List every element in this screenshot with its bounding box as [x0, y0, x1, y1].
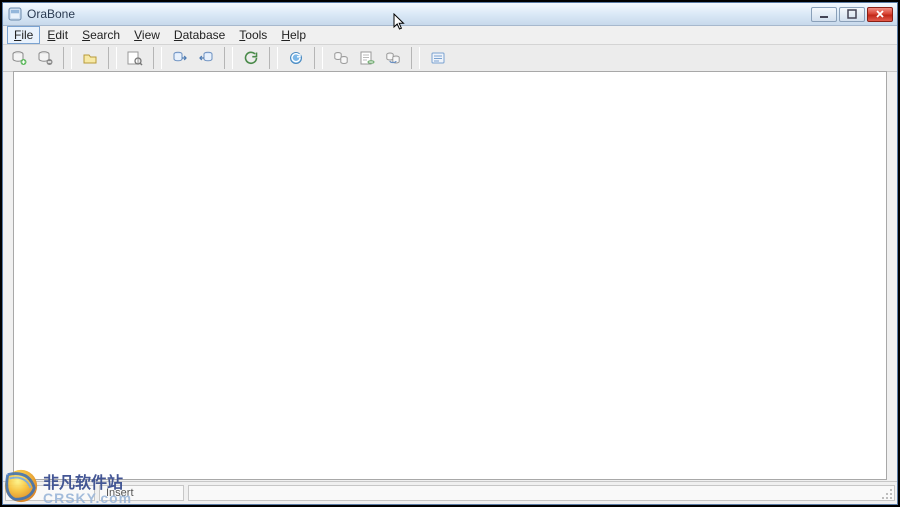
import-icon[interactable] [194, 46, 218, 70]
refresh-icon[interactable] [239, 46, 263, 70]
menu-tools[interactable]: Tools [232, 26, 274, 44]
maximize-button[interactable] [839, 7, 865, 22]
export-icon[interactable] [168, 46, 192, 70]
menu-view[interactable]: View [127, 26, 167, 44]
menu-help[interactable]: Help [274, 26, 313, 44]
status-mode: Insert [99, 485, 184, 501]
app-icon [7, 6, 23, 22]
titlebar[interactable]: OraBone [3, 3, 897, 26]
separator-icon [269, 47, 278, 69]
find-icon[interactable] [123, 46, 147, 70]
status-cell-main [188, 485, 895, 501]
separator-icon [108, 47, 117, 69]
separator-icon [411, 47, 420, 69]
menu-file[interactable]: File [7, 26, 40, 44]
refresh-all-icon[interactable] [284, 46, 308, 70]
separator-icon [224, 47, 233, 69]
window-controls [811, 5, 893, 23]
separator-icon [314, 47, 323, 69]
menu-database[interactable]: Database [167, 26, 232, 44]
statusbar: Insert [3, 481, 897, 504]
app-window: OraBone File Edit Search View Database T… [2, 2, 898, 505]
copy-struct-icon[interactable] [329, 46, 353, 70]
toolbar [3, 45, 897, 72]
status-cell-left [5, 485, 95, 501]
minimize-button[interactable] [811, 7, 837, 22]
new-connection-icon[interactable] [7, 46, 31, 70]
compare-icon[interactable] [381, 46, 405, 70]
separator-icon [153, 47, 162, 69]
disconnect-icon[interactable] [33, 46, 57, 70]
script-icon[interactable] [355, 46, 379, 70]
close-button[interactable] [867, 7, 893, 22]
resize-grip-icon[interactable] [879, 486, 895, 502]
content-area[interactable] [13, 71, 887, 480]
separator-icon [63, 47, 72, 69]
menu-search[interactable]: Search [75, 26, 127, 44]
open-icon[interactable] [78, 46, 102, 70]
menubar: File Edit Search View Database Tools Hel… [3, 26, 897, 45]
window-title: OraBone [27, 7, 75, 21]
sql-editor-icon[interactable] [426, 46, 450, 70]
menu-edit[interactable]: Edit [40, 26, 75, 44]
